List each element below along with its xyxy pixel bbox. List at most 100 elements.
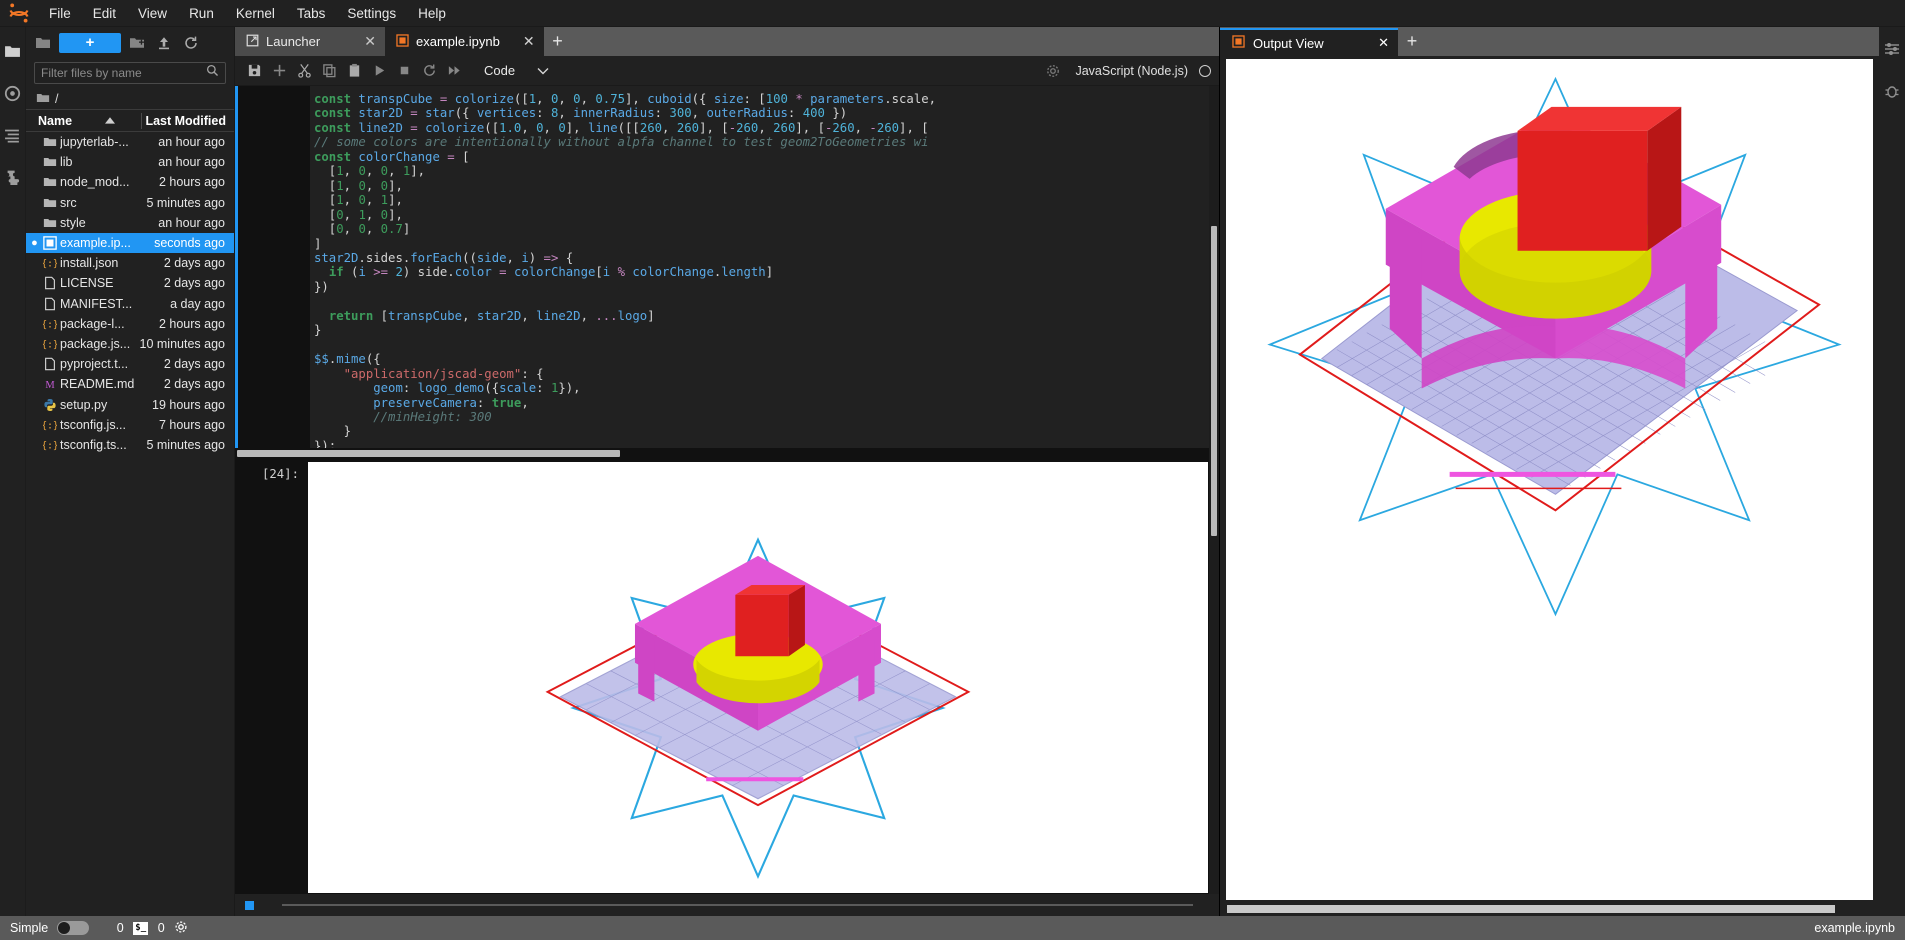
stop-kernel-button[interactable]	[393, 59, 416, 82]
output-view-horizontal-scrollbar[interactable]	[1226, 902, 1873, 916]
file-list-item[interactable]: lib an hour ago	[26, 152, 234, 172]
tab-launcher[interactable]: Launcher ✕	[235, 27, 385, 56]
json-icon: {:}	[39, 337, 60, 351]
jscad-render-small	[545, 537, 971, 879]
terminal-count[interactable]: 0	[157, 921, 165, 935]
file-modified-label: 19 hours ago	[152, 397, 225, 412]
simple-mode-toggle[interactable]	[57, 921, 90, 935]
scrollbar-thumb[interactable]	[237, 450, 620, 457]
file-list-item[interactable]: jupyterlab-... an hour ago	[26, 132, 234, 152]
output-view-new-tab-button[interactable]: +	[1398, 27, 1426, 56]
source-code[interactable]: const transpCube = colorize([1, 0, 0, 0.…	[238, 86, 1209, 448]
file-list-item[interactable]: node_mod... 2 hours ago	[26, 172, 234, 192]
tab-example-close-icon[interactable]: ✕	[507, 33, 535, 50]
file-list-item[interactable]: src 5 minutes ago	[26, 193, 234, 213]
menu-view[interactable]: View	[127, 2, 178, 25]
notebook-body: const transpCube = colorize([1, 0, 0, 0.…	[235, 86, 1219, 916]
code-cell-editor[interactable]: const transpCube = colorize([1, 0, 0, 0.…	[235, 86, 1209, 448]
notebook-vertical-scrollbar[interactable]	[1209, 86, 1219, 894]
extension-manager-icon[interactable]	[1, 161, 25, 193]
tab-launcher-close-icon[interactable]: ✕	[348, 33, 376, 50]
menu-edit[interactable]: Edit	[82, 2, 127, 25]
gear-icon[interactable]	[1041, 59, 1064, 82]
cell-output-3d-view[interactable]	[307, 461, 1209, 894]
cell-type-value: Code	[484, 63, 516, 78]
breadcrumb-root[interactable]: /	[55, 92, 58, 106]
file-modified-label: 2 days ago	[163, 377, 225, 392]
restart-kernel-button[interactable]	[418, 59, 441, 82]
kernel-name-label[interactable]: JavaScript (Node.js)	[1075, 64, 1188, 78]
file-list-item[interactable]: pyproject.t... 2 days ago	[26, 354, 234, 374]
menu-run[interactable]: Run	[178, 2, 225, 25]
add-cell-divider[interactable]	[282, 904, 1193, 906]
paste-cell-button[interactable]	[343, 59, 366, 82]
menu-settings[interactable]: Settings	[336, 2, 407, 25]
file-list-item[interactable]: MANIFEST... a day ago	[26, 294, 234, 314]
restart-run-all-button[interactable]	[443, 59, 466, 82]
gear-icon[interactable]	[174, 920, 188, 937]
insert-cell-button[interactable]	[268, 59, 291, 82]
file-list-item[interactable]: {:}package-l... 2 hours ago	[26, 314, 234, 334]
cell-type-select[interactable]: Code	[478, 63, 555, 78]
markdown-icon: M	[39, 377, 60, 391]
filter-files-input[interactable]	[41, 66, 196, 80]
left-activity-bar	[0, 27, 26, 916]
kernel-count[interactable]: 0	[116, 921, 124, 935]
column-header-last-modified[interactable]: Last Modified	[142, 114, 234, 128]
menu-file[interactable]: File	[38, 2, 82, 25]
file-list: jupyterlab-... an hour ago lib an hour ago n…	[26, 132, 234, 916]
file-list-item[interactable]: ● example.ip... seconds ago	[26, 232, 234, 254]
scrollbar-thumb[interactable]	[1227, 905, 1835, 913]
file-list-item[interactable]: {:}tsconfig.js... 7 hours ago	[26, 415, 234, 435]
cut-cell-button[interactable]	[293, 59, 316, 82]
refresh-icon[interactable]	[180, 32, 202, 54]
menu-help[interactable]: Help	[407, 2, 457, 25]
file-list-item[interactable]: setup.py 19 hours ago	[26, 394, 234, 414]
file-list-item[interactable]: {:}tsconfig.ts... 5 minutes ago	[26, 435, 234, 455]
file-modified-label: 2 days ago	[163, 357, 225, 372]
menu-kernel[interactable]: Kernel	[225, 2, 286, 25]
running-terminals-icon[interactable]	[1, 77, 25, 109]
active-document-label: example.ipynb	[1814, 921, 1895, 935]
property-inspector-icon[interactable]	[1880, 33, 1904, 65]
terminal-icon[interactable]: $_	[133, 921, 149, 935]
file-filter-box[interactable]	[34, 62, 226, 84]
new-launcher-button[interactable]: +	[59, 32, 121, 53]
notebook-icon	[1232, 35, 1245, 51]
file-name-label: pyproject.t...	[60, 357, 129, 372]
file-name-label: LICENSE	[60, 276, 114, 291]
svg-text:{:}: {:}	[43, 319, 57, 330]
file-name-label: setup.py	[60, 397, 108, 412]
notebook-footer	[235, 894, 1219, 916]
file-list-item[interactable]: style an hour ago	[26, 213, 234, 233]
output-view-3d-canvas[interactable]	[1226, 59, 1873, 900]
tab-example-ipynb[interactable]: example.ipynb ✕	[385, 27, 544, 56]
code-cell-horizontal-scrollbar[interactable]	[235, 448, 1209, 459]
run-cell-button[interactable]	[368, 59, 391, 82]
new-folder-icon[interactable]	[126, 32, 148, 54]
breadcrumb[interactable]: /	[26, 89, 234, 109]
tab-output-view[interactable]: Output View ✕	[1220, 28, 1398, 56]
file-list-item[interactable]: {:}install.json 2 days ago	[26, 253, 234, 273]
status-bar: Simple 0 $_ 0 example.ipynb	[0, 916, 1905, 940]
tab-output-view-close-icon[interactable]: ✕	[1338, 35, 1389, 51]
notebook-tab-bar: Launcher ✕ example.ipynb ✕ +	[235, 27, 1219, 56]
file-modified-label: an hour ago	[158, 155, 225, 170]
scrollbar-thumb[interactable]	[1211, 226, 1217, 536]
file-modified-label: 2 hours ago	[158, 316, 225, 331]
file-name-label: lib	[60, 155, 73, 170]
save-button[interactable]	[243, 59, 266, 82]
menu-tabs[interactable]: Tabs	[286, 2, 337, 25]
new-tab-button[interactable]: +	[543, 27, 572, 56]
copy-cell-button[interactable]	[318, 59, 341, 82]
column-header-name[interactable]: Name	[26, 114, 141, 128]
file-browser-icon[interactable]	[1, 35, 25, 67]
file-list-item[interactable]: LICENSE 2 days ago	[26, 273, 234, 293]
file-list-item[interactable]: {:}package.js... 10 minutes ago	[26, 334, 234, 354]
tab-launcher-label: Launcher	[266, 34, 321, 49]
table-of-contents-icon[interactable]	[1, 119, 25, 151]
file-list-item[interactable]: M README.md 2 days ago	[26, 374, 234, 394]
search-icon	[206, 64, 219, 82]
upload-icon[interactable]	[153, 32, 175, 54]
debugger-icon[interactable]	[1880, 75, 1904, 107]
